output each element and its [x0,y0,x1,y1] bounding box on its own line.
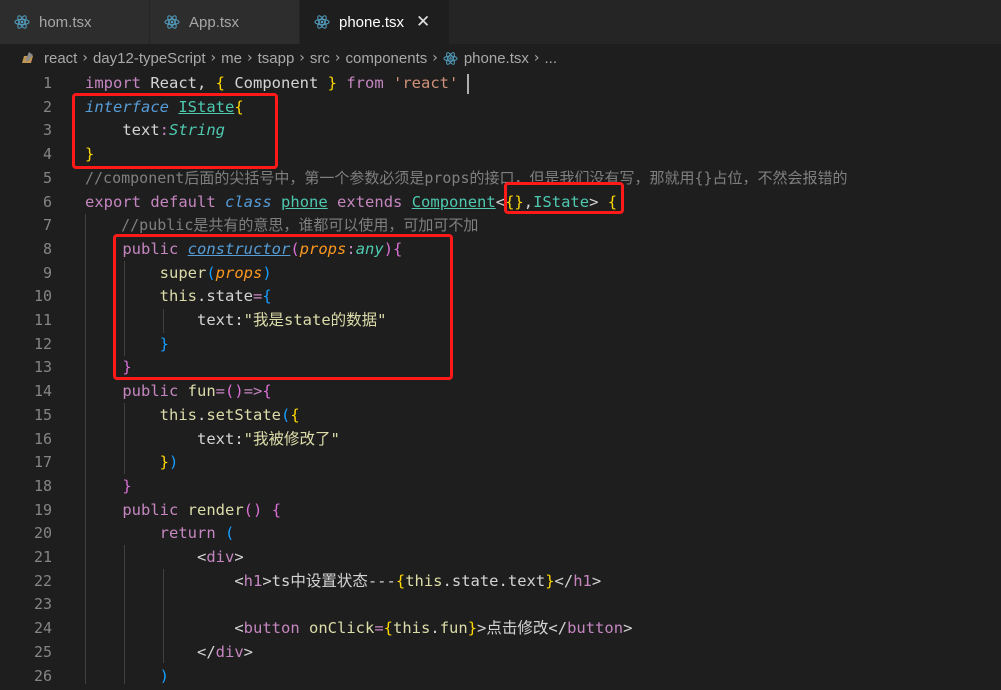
code-line: 24 <button onClick={this.fun}>点击修改</butt… [0,617,1001,641]
code-line: 18 } [0,475,1001,499]
breadcrumb-item[interactable]: tsapp [258,50,295,67]
text-cursor [467,74,469,94]
highlight-box-generics [504,182,624,214]
react-icon [443,51,458,65]
code-line: 22 <h1>ts中设置状态---{this.state.text}</h1> [0,570,1001,594]
line-number: 3 [42,121,52,140]
react-icon [14,15,30,29]
editor-tab-bar: hom.tsx App.tsx phone.tsx ✕ [0,0,1001,44]
code-text: public fun=()=>{ [122,382,272,401]
code-text: ) [159,666,169,685]
folder-pencil-icon [22,52,33,63]
tab-label: App.tsx [189,13,240,31]
code-line: 16 text:"我被修改了" [0,428,1001,452]
line-number: 5 [42,168,52,187]
react-icon [314,15,330,29]
tab-label: hom.tsx [39,13,92,31]
close-icon[interactable]: ✕ [416,12,430,32]
react-icon [164,15,180,29]
breadcrumb-item[interactable]: day12-typeScript [93,50,206,67]
line-number: 15 [33,405,52,424]
breadcrumb-item[interactable]: phone.tsx [464,50,529,67]
tab-phone-tsx[interactable]: phone.tsx ✕ [300,0,450,44]
chevron-right-icon: › [299,50,305,66]
code-text: return ( [159,524,235,543]
breadcrumb-item[interactable]: me [221,50,242,67]
line-number: 25 [33,642,52,661]
breadcrumb-item[interactable]: src [310,50,330,67]
code-text: text:"我被修改了" [196,429,340,448]
code-text: </div> [196,642,253,661]
line-number: 26 [33,666,52,685]
line-number: 19 [33,500,52,519]
highlight-box-interface [72,93,278,169]
code-text: } [122,476,132,495]
line-number: 4 [42,145,52,164]
code-line: 6 export default class phone extends Com… [0,191,1001,215]
line-number: 7 [42,216,52,235]
chevron-right-icon: › [246,50,253,66]
line-number: 21 [33,548,52,566]
code-text: <h1>ts中设置状态---{this.state.text}</h1> [234,571,602,590]
chevron-right-icon: › [82,50,88,66]
breadcrumb-item[interactable]: components [346,50,428,67]
breadcrumb-item[interactable]: ... [545,50,558,67]
chevron-right-icon: › [533,50,540,66]
line-number: 1 [42,74,52,92]
line-number: 12 [33,334,52,353]
code-text: <div> [196,548,244,566]
chevron-right-icon: › [210,50,217,66]
code-line: 23 [0,593,1001,617]
line-number: 6 [42,192,52,211]
tab-hom-tsx[interactable]: hom.tsx [0,0,150,44]
code-text: }) [159,453,179,472]
line-number: 17 [33,453,52,472]
line-number: 20 [33,524,52,543]
line-number: 16 [33,429,52,448]
code-line: 25 </div> [0,641,1001,665]
code-line: 20 return ( [0,522,1001,546]
chevron-right-icon: › [334,50,341,66]
code-text: public render() { [122,500,282,519]
tab-app-tsx[interactable]: App.tsx [150,0,300,44]
line-number: 24 [33,619,52,638]
code-text: <button onClick={this.fun}>点击修改</button> [234,619,633,638]
code-editor[interactable]: 1 import React, { Component } from 'reac… [0,72,1001,690]
breadcrumb: react › day12-typeScript › me › tsapp › src ›… [0,44,1001,72]
code-line: 26 ) [0,665,1001,689]
line-number: 13 [33,358,52,377]
line-number: 11 [33,311,52,329]
line-number: 23 [33,595,52,614]
code-line: 19 public render() { [0,499,1001,523]
chevron-right-icon: › [432,50,438,66]
line-number: 14 [33,382,52,401]
line-number: 8 [42,239,52,258]
code-line: 5 //component后面的尖括号中，第一个参数必须是props的接口，但是… [0,167,1001,191]
line-number: 22 [33,571,52,590]
comment-text: //component后面的尖括号中，第一个参数必须是props的接口，但是我们… [85,168,848,187]
tab-label: phone.tsx [339,13,405,31]
code-line: 15 this.setState({ [0,404,1001,428]
line-number: 9 [42,263,52,282]
highlight-box-constructor [113,234,453,380]
breadcrumb-item[interactable]: react [44,50,77,67]
code-line: 21 <div> [0,546,1001,570]
code-text: this.setState({ [159,405,300,424]
line-number: 2 [42,97,52,116]
code-line: 17 }) [0,451,1001,475]
code-line: 14 public fun=()=>{ [0,380,1001,404]
line-number: 10 [33,287,52,306]
line-number: 18 [33,476,52,495]
